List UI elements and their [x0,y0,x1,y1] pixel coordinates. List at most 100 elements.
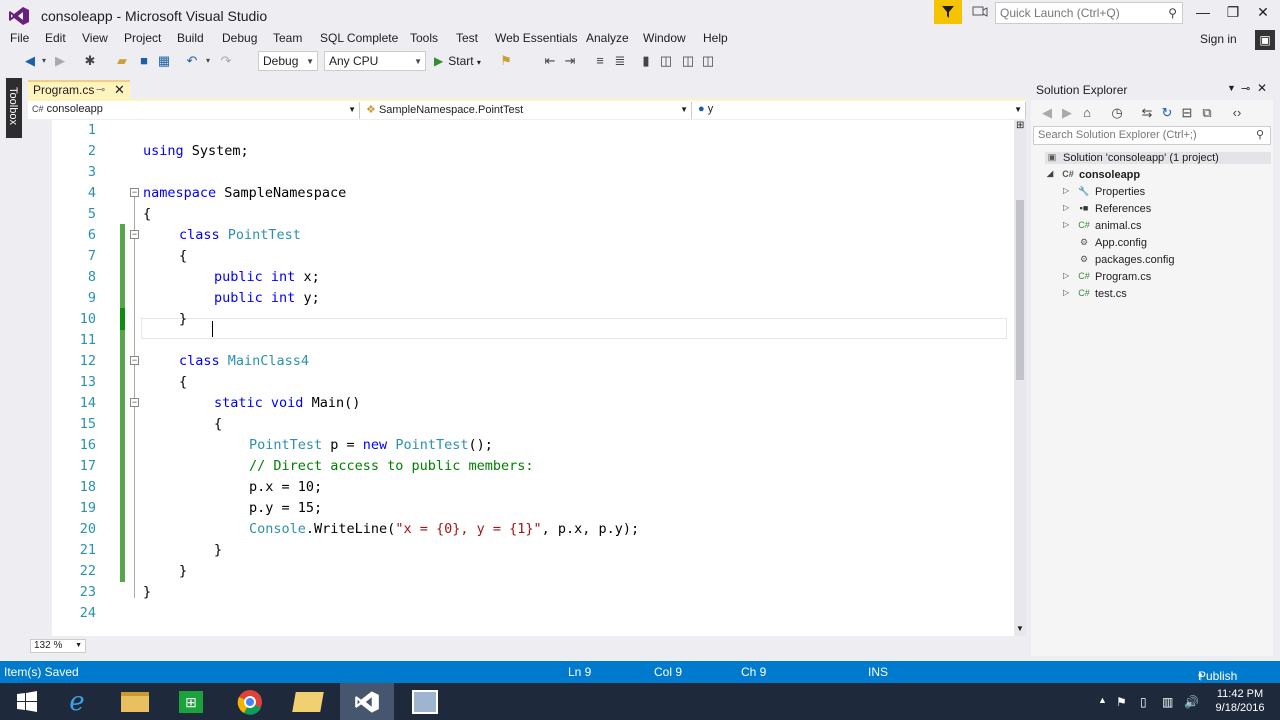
solution-configuration-select[interactable]: Debug ▼ [258,51,318,71]
split-icon[interactable]: ⊞ [1016,120,1024,131]
uncomment-icon[interactable]: ≣ [612,53,628,69]
undo-icon[interactable]: ↶ [184,53,200,69]
tree-item-properties[interactable]: ▷ 🔧 Properties [1063,186,1145,198]
volume-icon[interactable]: 🔊 [1184,695,1199,709]
bookmark-icon[interactable]: ▮ [638,53,654,69]
pin-icon[interactable]: ⊸ [96,83,105,96]
open-file-icon[interactable]: ▰ [114,53,130,69]
outdent-icon[interactable]: ⇥ [562,53,578,69]
power-icon[interactable]: ▯ [1140,695,1147,709]
view-code-icon[interactable]: ‹› [1229,105,1245,121]
action-center-icon[interactable]: ⚑ [1116,695,1127,709]
menu-test[interactable]: Test [456,31,478,45]
store-icon[interactable]: ⊞ [164,683,218,720]
menu-edit[interactable]: Edit [45,31,66,45]
back-dropdown-icon[interactable]: ▾ [36,53,52,69]
sync-icon[interactable]: ⇆ [1139,105,1155,121]
status-char: Ch 9 [741,665,767,679]
brace: { [179,248,188,264]
find-in-files-icon[interactable]: ⚑ [498,53,514,69]
type-dropdown[interactable]: ❖ SampleNamespace.PointTest ▼ [362,102,692,119]
folder-icon[interactable] [281,683,335,720]
pending-changes-icon[interactable]: ◷ [1109,105,1125,121]
back-icon[interactable]: ◀ [1039,105,1055,121]
refresh-icon[interactable]: ↻ [1159,105,1175,121]
menu-team[interactable]: Team [273,31,302,45]
menu-web-essentials[interactable]: Web Essentials [495,31,577,45]
menu-help[interactable]: Help [703,31,728,45]
menu-debug[interactable]: Debug [222,31,257,45]
project-label: consoleapp [1079,169,1141,181]
menu-window[interactable]: Window [643,31,686,45]
tree-item-app-config[interactable]: ⚙ App.config [1077,237,1147,249]
network-icon[interactable]: ▥ [1162,695,1173,709]
show-hidden-icons[interactable]: ▲ [1098,695,1107,705]
tree-item-program-cs[interactable]: ▷ C# Program.cs [1063,271,1151,283]
solution-search-input[interactable]: Search Solution Explorer (Ctrl+;) ⚲ [1033,126,1271,145]
feedback-icon[interactable] [972,4,988,20]
quick-launch-input[interactable]: Quick Launch (Ctrl+Q) ⚲ [995,2,1183,24]
prev-bookmark-icon[interactable]: ◫ [658,53,674,69]
solution-platform-select[interactable]: Any CPU ▼ [324,51,426,71]
menu-file[interactable]: File [10,31,29,45]
file-explorer-icon[interactable] [108,683,162,720]
next-bookmark-icon[interactable]: ◫ [680,53,696,69]
save-all-icon[interactable]: ▦ [156,53,172,69]
notifications-filter-icon[interactable] [934,0,962,24]
restore-button[interactable]: ❐ [1218,4,1248,22]
collapse-class-mainclass4-icon[interactable]: − [130,356,139,365]
close-button[interactable]: ✕ [1248,4,1278,22]
forward-icon[interactable]: ▶ [52,53,68,69]
menu-tools[interactable]: Tools [410,31,438,45]
toolbox-label: Toolbox [7,87,19,125]
internet-explorer-icon[interactable]: e [50,683,104,720]
menu-build[interactable]: Build [177,31,204,45]
collapse-main-method-icon[interactable]: − [130,398,139,407]
system-clock[interactable]: 11:42 PM 9/18/2016 [1208,687,1272,715]
menu-analyze[interactable]: Analyze [586,31,629,45]
tree-item-solution[interactable]: ▣ Solution 'consoleapp' (1 project) [1045,152,1271,165]
visual-studio-taskbar-icon[interactable] [340,683,394,720]
save-icon[interactable]: ■ [136,53,152,69]
member-dropdown[interactable]: ● y ▼ [694,102,1026,119]
show-all-files-icon[interactable]: ⧉ [1199,105,1215,121]
collapse-all-icon[interactable]: ⊟ [1179,105,1195,121]
screen-recorder-icon[interactable] [398,683,452,720]
redo-icon[interactable]: ↷ [218,53,234,69]
collapse-namespace-icon[interactable]: − [130,188,139,197]
menu-project[interactable]: Project [124,31,161,45]
chrome-icon[interactable] [223,683,277,720]
menu-sql-complete[interactable]: SQL Complete [320,31,398,45]
indent-icon[interactable]: ⇤ [542,53,558,69]
tab-program-cs[interactable]: Program.cs ⊸ ✕ [28,80,130,99]
account-icon[interactable]: ▣ [1255,30,1275,50]
zoom-select[interactable]: 132 % ▼ [30,639,86,653]
scroll-down-icon[interactable]: ▼ [1016,624,1024,633]
sign-in-link[interactable]: Sign in [1200,32,1237,46]
project-dropdown[interactable]: C# consoleapp ▼ [28,102,360,119]
toolbox-tab[interactable]: Toolbox [6,78,22,138]
forward-icon[interactable]: ▶ [1059,105,1075,121]
menu-view[interactable]: View [82,31,108,45]
close-panel-icon[interactable]: ✕ [1257,81,1267,95]
collapse-class-pointtest-icon[interactable]: − [130,230,139,239]
close-tab-icon[interactable]: ✕ [114,82,125,98]
undo-dropdown-icon[interactable]: ▾ [200,53,216,69]
tree-item-animal-cs[interactable]: ▷ C# animal.cs [1063,220,1141,232]
new-project-icon[interactable]: ✱ [82,53,98,69]
tree-item-packages-config[interactable]: ⚙ packages.config [1077,254,1175,266]
start-debugging-button[interactable]: ▶ Start ▾ [434,54,481,68]
minimize-button[interactable]: — [1188,4,1218,22]
clear-bookmarks-icon[interactable]: ◫ [700,53,716,69]
tree-item-project[interactable]: ◢ C# consoleapp [1047,169,1141,181]
windows-start-icon[interactable] [0,683,54,720]
auto-hide-pin-icon[interactable]: ⊸ [1241,82,1250,95]
comment-out-icon[interactable]: ≡ [592,53,608,69]
home-icon[interactable]: ⌂ [1079,105,1095,121]
editor-vertical-scrollbar[interactable]: ⊞ ▼ [1014,120,1026,636]
scrollbar-thumb[interactable] [1016,200,1024,380]
tree-item-test-cs[interactable]: ▷ C# test.cs [1063,288,1127,300]
code-area[interactable]: 1 2 3 4 5 6 7 8 9 10 11 12 13 14 15 16 1… [28,120,1014,636]
panel-menu-icon[interactable]: ▼ [1227,83,1236,93]
tree-item-references[interactable]: ▷ ▪■ References [1063,203,1151,215]
